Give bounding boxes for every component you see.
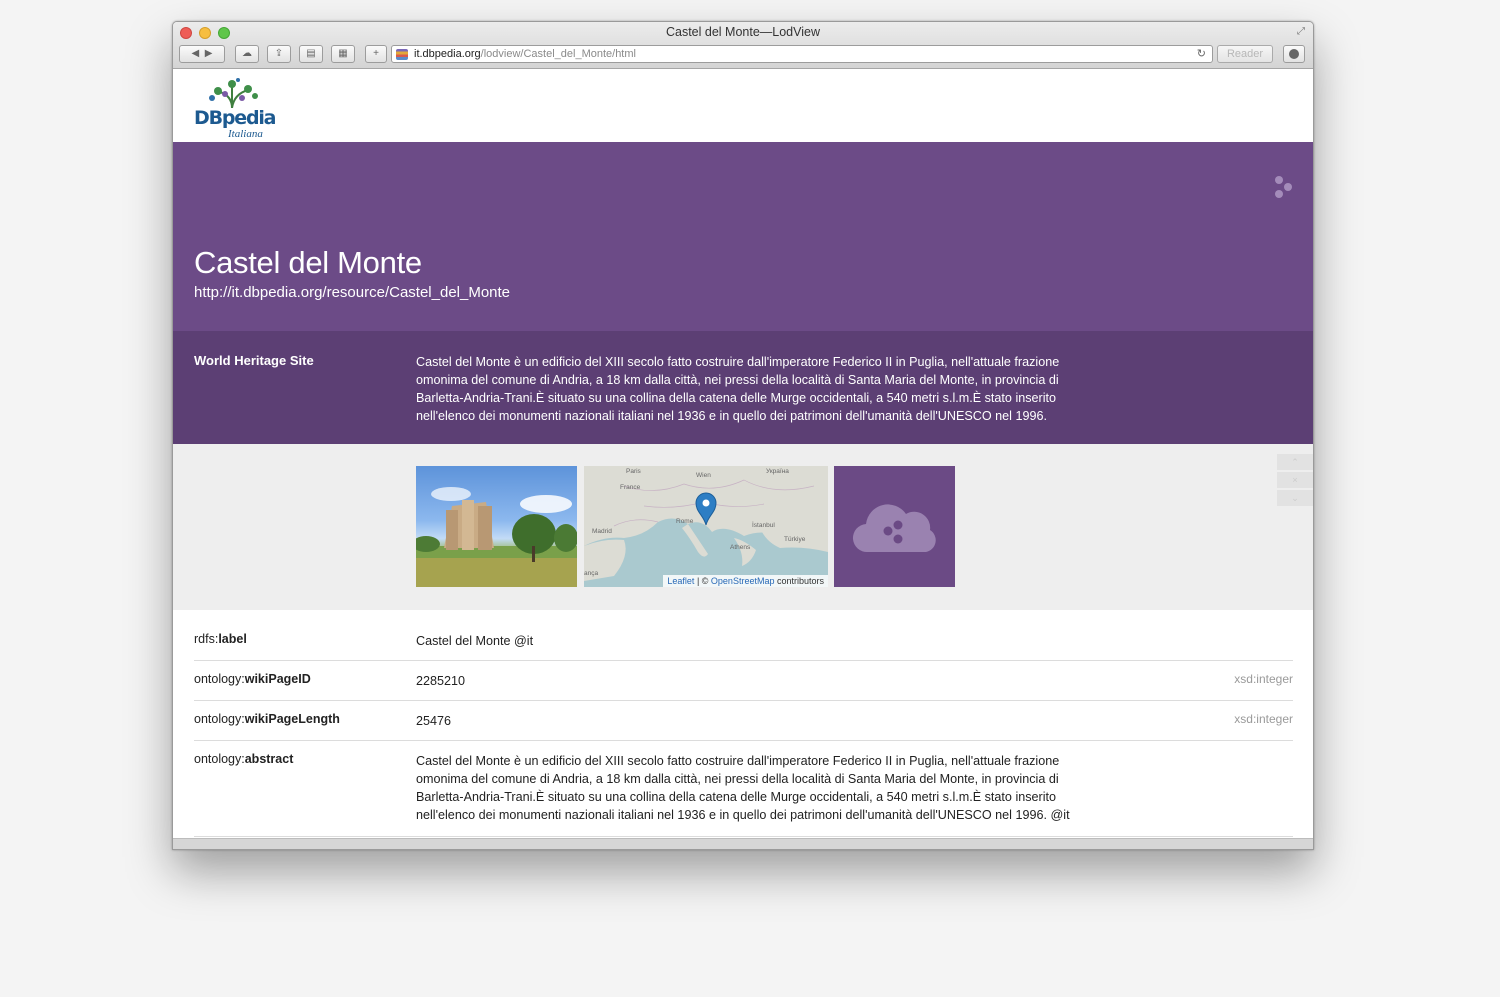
scroll-down-icon[interactable]: ⌄: [1277, 490, 1313, 506]
map-label: Türkiye: [784, 536, 806, 543]
map-label: Paris: [626, 468, 641, 475]
share-icon[interactable]: ⇪: [267, 45, 291, 63]
url-domain: it.dbpedia.org: [414, 48, 481, 60]
castle-photo[interactable]: [416, 466, 577, 587]
type-label[interactable]: World Heritage Site: [194, 353, 314, 368]
table-row: ontology:abstract Castel del Monte è un …: [194, 741, 1293, 837]
top-sites-icon[interactable]: ▦: [331, 45, 355, 63]
resource-header: Castel del Monte http://it.dbpedia.org/r…: [173, 142, 1313, 331]
property-label[interactable]: ontology:wikiPageID: [194, 672, 311, 686]
datatype-label[interactable]: xsd:integer: [1234, 672, 1293, 686]
table-row: ontology:wikiPageID 2285210 xsd:integer: [194, 661, 1293, 701]
dbpedia-logo[interactable]: DBpedia Italiana: [194, 78, 276, 140]
property-value: 2285210: [416, 674, 466, 688]
lodview-logo-icon[interactable]: [1273, 174, 1295, 200]
property-label[interactable]: rdfs:label: [194, 632, 247, 646]
icloud-tabs-icon[interactable]: ☁: [235, 45, 259, 63]
map-label: Rome: [676, 518, 694, 525]
sidebar-icon[interactable]: ▤: [299, 45, 323, 63]
back-forward-buttons[interactable]: ◀ ▶: [179, 45, 225, 63]
map-label: İstanbul: [752, 522, 775, 529]
logo-subtitle: Italiana: [228, 128, 263, 140]
scroll-up-icon[interactable]: ⌃: [1277, 454, 1313, 470]
abstract-text: Castel del Monte è un edificio del XIII …: [416, 355, 1060, 423]
property-label[interactable]: ontology:abstract: [194, 752, 293, 766]
property-value: Castel del Monte @it: [416, 634, 534, 648]
datatype-label[interactable]: xsd:integer: [1234, 712, 1293, 726]
window-title: Castel del Monte—LodView: [665, 25, 821, 39]
leaflet-link[interactable]: Leaflet: [667, 576, 694, 586]
property-value: Castel del Monte è un edificio del XIII …: [416, 754, 1070, 822]
url-text: it.dbpedia.org/lodview/Castel_del_Monte/…: [414, 46, 636, 62]
openstreetmap-link[interactable]: OpenStreetMap: [711, 576, 775, 586]
table-row: ontology:wikiPageLength 25476 xsd:intege…: [194, 701, 1293, 741]
page-content: DBpedia Italiana Castel del Monte http:/…: [173, 70, 1313, 849]
attribution-suffix: contributors: [774, 576, 824, 586]
url-path: /lodview/Castel_del_Monte/html: [480, 48, 636, 60]
scroll-mid-icon[interactable]: ×: [1277, 472, 1313, 488]
map-marker-icon[interactable]: [694, 492, 718, 526]
map-label: Україна: [766, 468, 789, 475]
map-label: France: [620, 484, 641, 491]
location-map[interactable]: Paris Wien Україна France Rome Madrid İs…: [584, 466, 828, 587]
cloud-icon: [852, 504, 936, 553]
logo-wordmark: DBpedia: [194, 107, 276, 129]
new-tab-icon[interactable]: +: [365, 45, 387, 63]
reload-icon[interactable]: ↻: [1197, 46, 1206, 62]
resource-title: Castel del Monte: [194, 245, 422, 280]
map-label: ança: [584, 570, 599, 577]
downloads-icon[interactable]: [1283, 45, 1305, 63]
site-favicon-icon: [396, 49, 408, 60]
table-row: rdfs:label Castel del Monte @it: [194, 610, 1293, 661]
browser-toolbar: Castel del Monte—LodView ⤢ ◀ ▶ ☁ ⇪ ▤ ▦ +…: [173, 22, 1313, 69]
map-label: Wien: [696, 472, 711, 479]
logo-tree-icon: [209, 78, 258, 108]
side-navigation: ⌃ × ⌄: [1277, 454, 1313, 506]
media-strip: ⌃ × ⌄ Paris Wien Україна France Rome Mad…: [173, 444, 1313, 610]
window-bottom-bar: [173, 838, 1313, 849]
castle-illustration: [416, 487, 577, 587]
fullscreen-icon[interactable]: ⤢: [1295, 26, 1307, 38]
attribution-separator: | ©: [694, 576, 711, 586]
property-label[interactable]: ontology:wikiPageLength: [194, 712, 340, 726]
address-bar[interactable]: it.dbpedia.org/lodview/Castel_del_Monte/…: [391, 45, 1213, 63]
property-value: 25476: [416, 714, 452, 728]
reader-button[interactable]: Reader: [1217, 45, 1273, 63]
map-attribution: Leaflet | © OpenStreetMap contributors: [663, 575, 828, 587]
map-label: Madrid: [592, 528, 612, 535]
abstract-band: World Heritage Site Castel del Monte è u…: [173, 331, 1313, 444]
properties-table: rdfs:label Castel del Monte @it ontology…: [173, 610, 1313, 849]
linked-data-cloud-tile[interactable]: [834, 466, 955, 587]
resource-uri[interactable]: http://it.dbpedia.org/resource/Castel_de…: [194, 284, 510, 301]
browser-window: Castel del Monte—LodView ⤢ ◀ ▶ ☁ ⇪ ▤ ▦ +…: [172, 21, 1314, 850]
map-label: Athens: [730, 544, 751, 551]
